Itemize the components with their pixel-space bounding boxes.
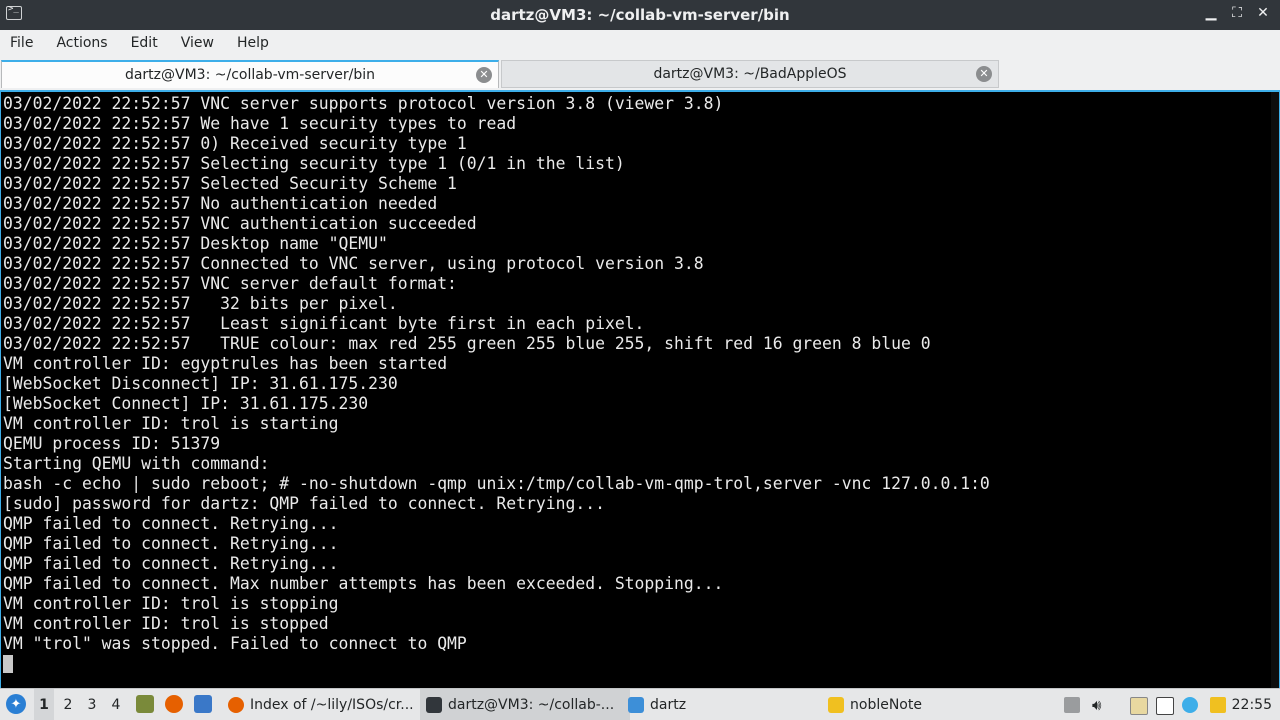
menu-actions[interactable]: Actions <box>56 35 107 51</box>
desktop-switch-4[interactable]: 4 <box>106 689 126 720</box>
terminal-line: [WebSocket Disconnect] IP: 31.61.175.230 <box>3 374 398 393</box>
terminal-scrollbar[interactable] <box>1271 92 1279 688</box>
terminal-line: QEMU process ID: 51379 <box>3 434 221 453</box>
window-title: dartz@VM3: ~/collab-vm-server/bin <box>490 6 790 24</box>
window-controls: ▁ ⛶ ✕ <box>1204 5 1270 21</box>
task-firefox[interactable]: Index of /~lily/ISOs/cr... <box>222 689 428 720</box>
terminal-line: 03/02/2022 22:52:57 VNC server supports … <box>3 94 724 113</box>
terminal-line: VM controller ID: trol is stopped <box>3 614 329 633</box>
terminal-line: VM "trol" was stopped. Failed to connect… <box>3 634 467 653</box>
network-icon[interactable] <box>1156 697 1174 715</box>
volume-icon[interactable]: 🔊︎ <box>1092 689 1101 720</box>
clock[interactable]: 22:55 <box>1232 689 1272 720</box>
terminal-line: 03/02/2022 22:52:57 Connected to VNC ser… <box>3 254 704 273</box>
notes-tray-icon[interactable] <box>1130 697 1148 715</box>
tab-close-icon[interactable]: ✕ <box>476 67 492 83</box>
file-manager-launcher-icon[interactable] <box>136 695 154 713</box>
firefox-icon <box>228 696 244 713</box>
terminal-line: 03/02/2022 22:52:57 VNC server default f… <box>3 274 457 293</box>
terminal-line: 03/02/2022 22:52:57 Selected Security Sc… <box>3 174 457 193</box>
maximize-icon[interactable]: ⛶ <box>1230 5 1244 21</box>
task-file-manager[interactable]: dartz <box>622 689 830 720</box>
terminal-line: 03/02/2022 22:52:57 VNC authentication s… <box>3 214 477 233</box>
terminal-line: 03/02/2022 22:52:57 We have 1 security t… <box>3 114 517 133</box>
terminal-output: 03/02/2022 22:52:57 VNC server supports … <box>3 94 1267 673</box>
desktop-switch-3[interactable]: 3 <box>82 689 102 720</box>
task-label: dartz@VM3: ~/collab-... <box>448 696 615 713</box>
close-icon[interactable]: ✕ <box>1256 5 1270 21</box>
terminal-line: 03/02/2022 22:52:57 TRUE colour: max red… <box>3 334 931 353</box>
tab-collab-vm-server[interactable]: dartz@VM3: ~/collab-vm-server/bin ✕ <box>1 60 499 88</box>
task-noblenote[interactable]: nobleNote <box>822 689 1034 720</box>
tab-bar: dartz@VM3: ~/collab-vm-server/bin ✕ dart… <box>0 56 1280 90</box>
window-titlebar: dartz@VM3: ~/collab-vm-server/bin ▁ ⛶ ✕ <box>0 0 1280 30</box>
menu-bar: File Actions Edit View Help <box>0 30 1280 56</box>
terminal-line: VM controller ID: trol is starting <box>3 414 339 433</box>
tab-label: dartz@VM3: ~/collab-vm-server/bin <box>124 67 376 83</box>
folder-icon <box>628 696 644 713</box>
menu-view[interactable]: View <box>181 35 214 51</box>
clipboard-icon[interactable] <box>1064 697 1080 713</box>
task-label: dartz <box>650 696 687 713</box>
tab-badappleos[interactable]: dartz@VM3: ~/BadAppleOS ✕ <box>501 60 999 88</box>
start-menu-icon[interactable]: ✦ <box>6 694 26 714</box>
tab-label: dartz@VM3: ~/BadAppleOS <box>653 66 847 82</box>
terminal-icon <box>426 696 442 713</box>
taskbar: ✦ 1 2 3 4 Index of /~lily/ISOs/cr... dar… <box>0 688 1280 720</box>
task-terminal[interactable]: dartz@VM3: ~/collab-... <box>420 689 630 720</box>
task-label: Index of /~lily/ISOs/cr... <box>250 696 414 713</box>
menu-edit[interactable]: Edit <box>131 35 158 51</box>
terminal-line: QMP failed to connect. Max number attemp… <box>3 574 724 593</box>
terminal-line: QMP failed to connect. Retrying... <box>3 554 339 573</box>
terminal-line: VM controller ID: trol is stopping <box>3 594 339 613</box>
terminal-line: 03/02/2022 22:52:57 0) Received security… <box>3 134 467 153</box>
menu-file[interactable]: File <box>10 35 33 51</box>
firefox-launcher-icon[interactable] <box>165 695 183 713</box>
terminal-cursor <box>3 655 13 673</box>
terminal-line: QMP failed to connect. Retrying... <box>3 534 339 553</box>
terminal-line: 03/02/2022 22:52:57 No authentication ne… <box>3 194 438 213</box>
terminal-view[interactable]: 03/02/2022 22:52:57 VNC server supports … <box>0 90 1280 688</box>
terminal-line: Starting QEMU with command: <box>3 454 270 473</box>
terminal-line: 03/02/2022 22:52:57 Desktop name "QEMU" <box>3 234 388 253</box>
menu-help[interactable]: Help <box>237 35 269 51</box>
desktop-switch-2[interactable]: 2 <box>58 689 78 720</box>
show-desktop-icon[interactable] <box>194 695 212 713</box>
noblenote-tray-icon[interactable] <box>1210 697 1226 713</box>
desktop-switch-1[interactable]: 1 <box>34 689 54 720</box>
terminal-line: bash -c echo | sudo reboot; # -no-shutdo… <box>3 474 990 493</box>
terminal-line: [WebSocket Connect] IP: 31.61.175.230 <box>3 394 369 413</box>
notes-icon <box>828 696 844 713</box>
terminal-line: 03/02/2022 22:52:57 Least significant by… <box>3 314 645 333</box>
terminal-line: 03/02/2022 22:52:57 32 bits per pixel. <box>3 294 398 313</box>
minimize-icon[interactable]: ▁ <box>1204 5 1218 21</box>
update-notifier-icon[interactable] <box>1182 697 1198 713</box>
terminal-line: VM controller ID: egyptrules has been st… <box>3 354 448 373</box>
terminal-line: QMP failed to connect. Retrying... <box>3 514 339 533</box>
terminal-line: 03/02/2022 22:52:57 Selecting security t… <box>3 154 625 173</box>
tab-close-icon[interactable]: ✕ <box>976 66 992 82</box>
task-label: nobleNote <box>850 696 922 713</box>
terminal-line: [sudo] password for dartz: QMP failed to… <box>3 494 605 513</box>
